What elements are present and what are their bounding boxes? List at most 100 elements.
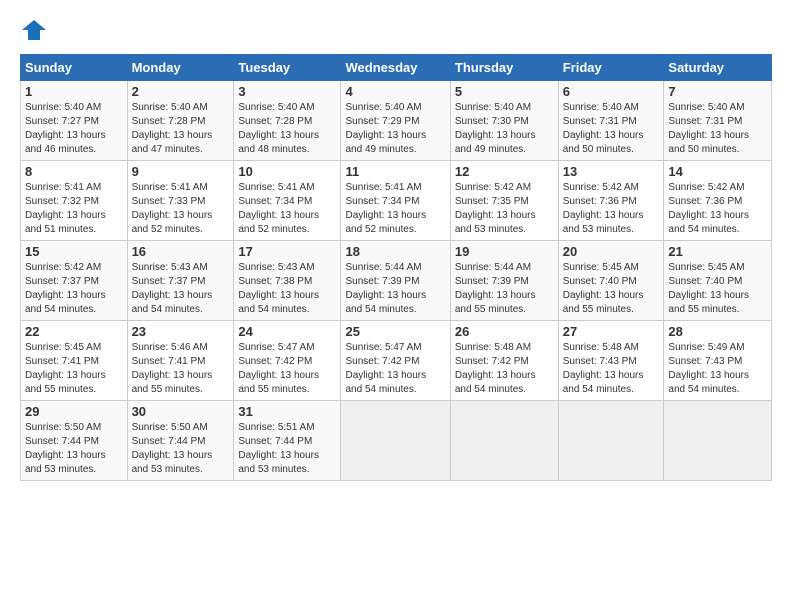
day-number: 19 bbox=[455, 244, 554, 259]
day-info: Sunrise: 5:46 AM Sunset: 7:41 PM Dayligh… bbox=[132, 341, 230, 397]
day-cell: 12 Sunrise: 5:42 AM Sunset: 7:35 PM Dayl… bbox=[450, 161, 558, 241]
day-info: Sunrise: 5:40 AM Sunset: 7:27 PM Dayligh… bbox=[25, 101, 123, 157]
day-cell: 3 Sunrise: 5:40 AM Sunset: 7:28 PM Dayli… bbox=[234, 81, 341, 161]
week-row-4: 22 Sunrise: 5:45 AM Sunset: 7:41 PM Dayl… bbox=[21, 321, 772, 401]
day-info: Sunrise: 5:44 AM Sunset: 7:39 PM Dayligh… bbox=[455, 261, 554, 317]
day-cell: 27 Sunrise: 5:48 AM Sunset: 7:43 PM Dayl… bbox=[558, 321, 664, 401]
day-number: 12 bbox=[455, 164, 554, 179]
day-cell: 29 Sunrise: 5:50 AM Sunset: 7:44 PM Dayl… bbox=[21, 401, 128, 481]
day-number: 17 bbox=[238, 244, 336, 259]
week-row-3: 15 Sunrise: 5:42 AM Sunset: 7:37 PM Dayl… bbox=[21, 241, 772, 321]
day-cell: 17 Sunrise: 5:43 AM Sunset: 7:38 PM Dayl… bbox=[234, 241, 341, 321]
day-info: Sunrise: 5:48 AM Sunset: 7:42 PM Dayligh… bbox=[455, 341, 554, 397]
day-number: 23 bbox=[132, 324, 230, 339]
day-cell: 21 Sunrise: 5:45 AM Sunset: 7:40 PM Dayl… bbox=[664, 241, 772, 321]
col-header-wednesday: Wednesday bbox=[341, 55, 450, 81]
day-cell: 28 Sunrise: 5:49 AM Sunset: 7:43 PM Dayl… bbox=[664, 321, 772, 401]
day-number: 1 bbox=[25, 84, 123, 99]
day-number: 21 bbox=[668, 244, 767, 259]
day-info: Sunrise: 5:45 AM Sunset: 7:40 PM Dayligh… bbox=[563, 261, 660, 317]
day-cell: 16 Sunrise: 5:43 AM Sunset: 7:37 PM Dayl… bbox=[127, 241, 234, 321]
day-info: Sunrise: 5:41 AM Sunset: 7:34 PM Dayligh… bbox=[345, 181, 445, 237]
day-cell bbox=[450, 401, 558, 481]
week-row-5: 29 Sunrise: 5:50 AM Sunset: 7:44 PM Dayl… bbox=[21, 401, 772, 481]
day-number: 29 bbox=[25, 404, 123, 419]
day-cell: 22 Sunrise: 5:45 AM Sunset: 7:41 PM Dayl… bbox=[21, 321, 128, 401]
col-header-saturday: Saturday bbox=[664, 55, 772, 81]
day-number: 26 bbox=[455, 324, 554, 339]
day-number: 8 bbox=[25, 164, 123, 179]
day-number: 27 bbox=[563, 324, 660, 339]
day-cell: 14 Sunrise: 5:42 AM Sunset: 7:36 PM Dayl… bbox=[664, 161, 772, 241]
day-info: Sunrise: 5:47 AM Sunset: 7:42 PM Dayligh… bbox=[345, 341, 445, 397]
col-header-monday: Monday bbox=[127, 55, 234, 81]
day-number: 13 bbox=[563, 164, 660, 179]
day-info: Sunrise: 5:41 AM Sunset: 7:33 PM Dayligh… bbox=[132, 181, 230, 237]
col-header-sunday: Sunday bbox=[21, 55, 128, 81]
day-number: 24 bbox=[238, 324, 336, 339]
day-cell: 19 Sunrise: 5:44 AM Sunset: 7:39 PM Dayl… bbox=[450, 241, 558, 321]
day-cell: 18 Sunrise: 5:44 AM Sunset: 7:39 PM Dayl… bbox=[341, 241, 450, 321]
day-number: 9 bbox=[132, 164, 230, 179]
day-cell: 20 Sunrise: 5:45 AM Sunset: 7:40 PM Dayl… bbox=[558, 241, 664, 321]
day-info: Sunrise: 5:40 AM Sunset: 7:28 PM Dayligh… bbox=[238, 101, 336, 157]
day-cell: 8 Sunrise: 5:41 AM Sunset: 7:32 PM Dayli… bbox=[21, 161, 128, 241]
day-info: Sunrise: 5:40 AM Sunset: 7:29 PM Dayligh… bbox=[345, 101, 445, 157]
day-cell: 10 Sunrise: 5:41 AM Sunset: 7:34 PM Dayl… bbox=[234, 161, 341, 241]
day-cell: 24 Sunrise: 5:47 AM Sunset: 7:42 PM Dayl… bbox=[234, 321, 341, 401]
day-info: Sunrise: 5:41 AM Sunset: 7:34 PM Dayligh… bbox=[238, 181, 336, 237]
day-info: Sunrise: 5:42 AM Sunset: 7:36 PM Dayligh… bbox=[563, 181, 660, 237]
day-cell: 31 Sunrise: 5:51 AM Sunset: 7:44 PM Dayl… bbox=[234, 401, 341, 481]
day-info: Sunrise: 5:47 AM Sunset: 7:42 PM Dayligh… bbox=[238, 341, 336, 397]
day-number: 25 bbox=[345, 324, 445, 339]
day-number: 5 bbox=[455, 84, 554, 99]
day-number: 30 bbox=[132, 404, 230, 419]
day-cell: 6 Sunrise: 5:40 AM Sunset: 7:31 PM Dayli… bbox=[558, 81, 664, 161]
day-number: 28 bbox=[668, 324, 767, 339]
day-cell bbox=[664, 401, 772, 481]
week-row-1: 1 Sunrise: 5:40 AM Sunset: 7:27 PM Dayli… bbox=[21, 81, 772, 161]
day-info: Sunrise: 5:40 AM Sunset: 7:30 PM Dayligh… bbox=[455, 101, 554, 157]
day-cell bbox=[558, 401, 664, 481]
day-info: Sunrise: 5:40 AM Sunset: 7:31 PM Dayligh… bbox=[668, 101, 767, 157]
day-info: Sunrise: 5:40 AM Sunset: 7:28 PM Dayligh… bbox=[132, 101, 230, 157]
day-info: Sunrise: 5:50 AM Sunset: 7:44 PM Dayligh… bbox=[25, 421, 123, 477]
day-cell: 1 Sunrise: 5:40 AM Sunset: 7:27 PM Dayli… bbox=[21, 81, 128, 161]
day-info: Sunrise: 5:43 AM Sunset: 7:38 PM Dayligh… bbox=[238, 261, 336, 317]
day-info: Sunrise: 5:50 AM Sunset: 7:44 PM Dayligh… bbox=[132, 421, 230, 477]
day-info: Sunrise: 5:43 AM Sunset: 7:37 PM Dayligh… bbox=[132, 261, 230, 317]
day-cell: 30 Sunrise: 5:50 AM Sunset: 7:44 PM Dayl… bbox=[127, 401, 234, 481]
logo bbox=[20, 16, 52, 44]
col-header-tuesday: Tuesday bbox=[234, 55, 341, 81]
day-cell: 9 Sunrise: 5:41 AM Sunset: 7:33 PM Dayli… bbox=[127, 161, 234, 241]
calendar-table: SundayMondayTuesdayWednesdayThursdayFrid… bbox=[20, 54, 772, 481]
day-info: Sunrise: 5:40 AM Sunset: 7:31 PM Dayligh… bbox=[563, 101, 660, 157]
day-number: 10 bbox=[238, 164, 336, 179]
page: SundayMondayTuesdayWednesdayThursdayFrid… bbox=[0, 0, 792, 497]
day-info: Sunrise: 5:51 AM Sunset: 7:44 PM Dayligh… bbox=[238, 421, 336, 477]
day-cell: 26 Sunrise: 5:48 AM Sunset: 7:42 PM Dayl… bbox=[450, 321, 558, 401]
day-cell: 7 Sunrise: 5:40 AM Sunset: 7:31 PM Dayli… bbox=[664, 81, 772, 161]
day-number: 15 bbox=[25, 244, 123, 259]
week-row-2: 8 Sunrise: 5:41 AM Sunset: 7:32 PM Dayli… bbox=[21, 161, 772, 241]
day-info: Sunrise: 5:42 AM Sunset: 7:35 PM Dayligh… bbox=[455, 181, 554, 237]
day-cell: 13 Sunrise: 5:42 AM Sunset: 7:36 PM Dayl… bbox=[558, 161, 664, 241]
day-cell: 11 Sunrise: 5:41 AM Sunset: 7:34 PM Dayl… bbox=[341, 161, 450, 241]
day-number: 18 bbox=[345, 244, 445, 259]
day-number: 11 bbox=[345, 164, 445, 179]
header bbox=[20, 16, 772, 44]
day-number: 2 bbox=[132, 84, 230, 99]
day-info: Sunrise: 5:49 AM Sunset: 7:43 PM Dayligh… bbox=[668, 341, 767, 397]
day-number: 4 bbox=[345, 84, 445, 99]
day-cell: 2 Sunrise: 5:40 AM Sunset: 7:28 PM Dayli… bbox=[127, 81, 234, 161]
day-number: 3 bbox=[238, 84, 336, 99]
col-header-friday: Friday bbox=[558, 55, 664, 81]
day-number: 6 bbox=[563, 84, 660, 99]
day-cell bbox=[341, 401, 450, 481]
day-cell: 25 Sunrise: 5:47 AM Sunset: 7:42 PM Dayl… bbox=[341, 321, 450, 401]
day-info: Sunrise: 5:41 AM Sunset: 7:32 PM Dayligh… bbox=[25, 181, 123, 237]
logo-icon bbox=[20, 16, 48, 44]
day-cell: 5 Sunrise: 5:40 AM Sunset: 7:30 PM Dayli… bbox=[450, 81, 558, 161]
day-info: Sunrise: 5:45 AM Sunset: 7:41 PM Dayligh… bbox=[25, 341, 123, 397]
day-info: Sunrise: 5:42 AM Sunset: 7:37 PM Dayligh… bbox=[25, 261, 123, 317]
